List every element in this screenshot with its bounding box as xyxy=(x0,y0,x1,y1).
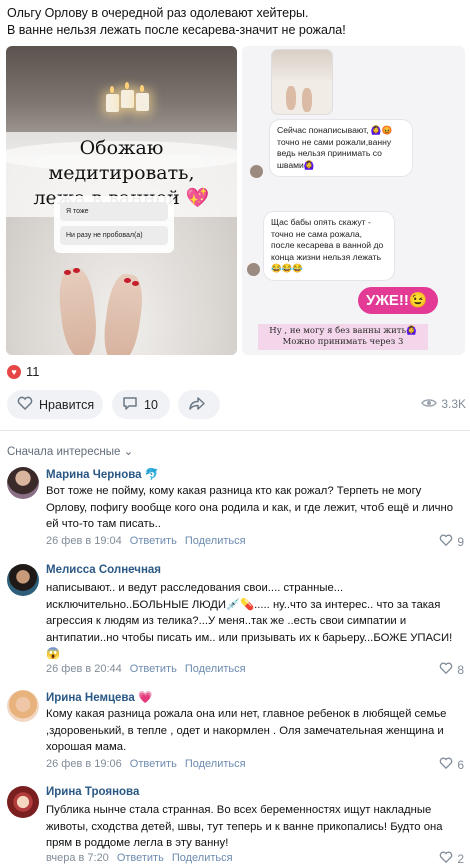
comment-author[interactable]: Марина Чернова 🐬 xyxy=(46,467,159,481)
author-name[interactable]: Мелисса Солнечная xyxy=(46,564,161,576)
poll-option: Я тоже xyxy=(60,202,168,221)
heart-outline-icon xyxy=(439,757,453,772)
heart-outline-icon xyxy=(439,662,453,677)
toenail-shape xyxy=(132,281,139,286)
comment-text: написывают.. и ведут расследования свои.… xyxy=(46,582,453,660)
candle-icon xyxy=(136,93,149,111)
heart-outline-icon xyxy=(439,851,453,866)
heart-icon: ♥ xyxy=(7,364,21,379)
reply-button[interactable]: Ответить xyxy=(130,663,177,675)
reply-button[interactable]: Ответить xyxy=(130,758,177,770)
avatar[interactable] xyxy=(7,786,39,818)
comment-date[interactable]: вчера в 7:20 xyxy=(46,852,109,864)
sort-label: Сначала интересные xyxy=(7,446,121,458)
pink-caption-line1: Ну , не могу я без ванны жить🙆‍♀️ xyxy=(269,326,417,336)
flame-icon xyxy=(140,85,144,92)
author-emoji-icon: 💗 xyxy=(137,692,153,704)
bath-photo[interactable]: Обожаю медитировать, лежа в ванной 💖 Я т… xyxy=(6,46,237,355)
comment-like-button[interactable]: 2 xyxy=(439,851,464,866)
share-link[interactable]: Поделиться xyxy=(185,535,246,547)
toenail-shape xyxy=(73,268,80,273)
comment-author[interactable]: Мелисса Солнечная xyxy=(46,564,161,576)
comment-bubble: Сейчас понаписывают, 🙆‍♀️😡 точно не сами… xyxy=(270,120,412,176)
like-button[interactable]: Нравится xyxy=(7,390,103,419)
heart-outline-icon xyxy=(439,534,453,549)
heart-icon: 💖 xyxy=(185,187,210,209)
comment-text: Кому какая разница рожала она или нет, г… xyxy=(46,708,447,753)
pink-caption: Ну , не могу я без ванны жить🙆‍♀️ Можно … xyxy=(258,324,428,350)
comments-screenshot[interactable]: Сейчас понаписывают, 🙆‍♀️😡 точно не сами… xyxy=(242,46,465,355)
reply-button[interactable]: Ответить xyxy=(117,852,164,864)
comment-like-count: 9 xyxy=(457,534,464,549)
comment-like-count: 8 xyxy=(457,662,464,677)
comment-date[interactable]: 26 фев в 19:06 xyxy=(46,758,122,770)
story-poll: Я тоже Ни разу не пробовал(а) xyxy=(54,196,174,253)
comment-meta: 26 фев в 20:44 Ответить Поделиться xyxy=(46,663,246,675)
post-text-line1: Ольгу Орлову в очередной раз одолевают х… xyxy=(7,6,309,20)
comment-text: Публика нынче стала странная. Во всех бе… xyxy=(46,804,443,849)
candle-icon xyxy=(121,90,134,108)
comment-date[interactable]: 26 фев в 19:04 xyxy=(46,535,122,547)
share-icon xyxy=(188,396,206,414)
comment-icon xyxy=(122,396,138,414)
post-text: Ольгу Орлову в очередной раз одолевают х… xyxy=(7,5,467,39)
comment-date[interactable]: 26 фев в 20:44 xyxy=(46,663,122,675)
comment-like-button[interactable]: 8 xyxy=(439,662,464,677)
poll-option: Ни разу не пробовал(а) xyxy=(60,226,168,245)
likes-count: 11 xyxy=(26,364,40,379)
eye-icon xyxy=(421,397,438,411)
comment-text: Вот тоже не пойму, кому какая разница кт… xyxy=(46,485,454,530)
comment-like-button[interactable]: 9 xyxy=(439,534,464,549)
post-images[interactable]: Обожаю медитировать, лежа в ванной 💖 Я т… xyxy=(6,46,465,355)
toenail-shape xyxy=(124,278,131,283)
candle-icon xyxy=(106,94,119,112)
reply-badge: УЖЕ!!😉 xyxy=(358,287,438,314)
views-counter: 3.3K xyxy=(421,397,466,411)
comment-count: 10 xyxy=(144,397,158,412)
views-count: 3.3K xyxy=(441,397,466,411)
share-link[interactable]: Поделиться xyxy=(185,758,246,770)
heart-outline-icon xyxy=(17,396,33,413)
share-link[interactable]: Поделиться xyxy=(185,663,246,675)
reply-button[interactable]: Ответить xyxy=(130,535,177,547)
avatar[interactable] xyxy=(7,690,39,722)
share-link[interactable]: Поделиться xyxy=(172,852,233,864)
comment-meta: 26 фев в 19:04 Ответить Поделиться xyxy=(46,535,246,547)
divider xyxy=(0,430,470,431)
comment-bubble: Щас бабы опять скажут - точно не сама ро… xyxy=(264,212,394,280)
comment-button[interactable]: 10 xyxy=(112,390,170,419)
comment-meta: вчера в 7:20 Ответить Поделиться xyxy=(46,852,233,864)
story-caption-line1: Обожаю медитировать, xyxy=(48,137,195,184)
comment-like-count: 2 xyxy=(457,851,464,866)
share-button[interactable] xyxy=(178,390,220,419)
comment-meta: 26 фев в 19:06 Ответить Поделиться xyxy=(46,758,246,770)
pink-caption-line2: Можно принимать через 3 xyxy=(282,337,404,347)
sort-dropdown[interactable]: Сначала интересные ⌄ xyxy=(7,444,133,458)
avatar[interactable] xyxy=(7,467,39,499)
author-name[interactable]: Марина Чернова xyxy=(46,469,142,481)
flame-icon xyxy=(125,82,129,89)
avatar[interactable] xyxy=(7,564,39,596)
author-emoji-icon: 🐬 xyxy=(144,469,160,481)
comment-like-count: 6 xyxy=(457,757,464,772)
like-label: Нравится xyxy=(39,397,95,412)
likes-summary[interactable]: ♥ 11 xyxy=(7,364,40,379)
flame-icon xyxy=(110,86,114,93)
comment-author[interactable]: Ирина Троянова xyxy=(46,786,139,798)
post-text-line2: В ванне нельзя лежать после кесарева-зна… xyxy=(7,23,346,37)
toenail-shape xyxy=(64,270,71,275)
avatar xyxy=(250,165,263,178)
chevron-down-icon: ⌄ xyxy=(123,446,134,458)
avatar xyxy=(247,263,260,276)
author-name[interactable]: Ирина Троянова xyxy=(46,786,139,798)
comment-author[interactable]: Ирина Немцева 💗 xyxy=(46,690,152,704)
author-name[interactable]: Ирина Немцева xyxy=(46,692,135,704)
story-thumbnail xyxy=(272,50,332,114)
comment-like-button[interactable]: 6 xyxy=(439,757,464,772)
